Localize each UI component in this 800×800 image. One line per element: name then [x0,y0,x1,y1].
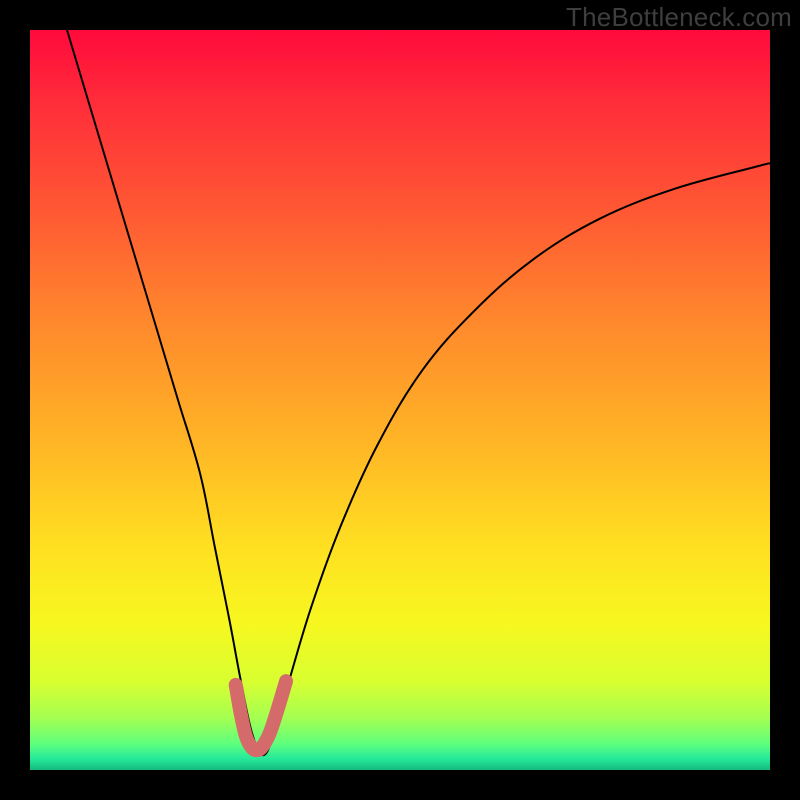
gradient-background [30,30,770,770]
watermark-label: TheBottleneck.com [566,2,792,33]
plot-area [30,30,770,770]
bottleneck-chart [30,30,770,770]
chart-frame: TheBottleneck.com [0,0,800,800]
